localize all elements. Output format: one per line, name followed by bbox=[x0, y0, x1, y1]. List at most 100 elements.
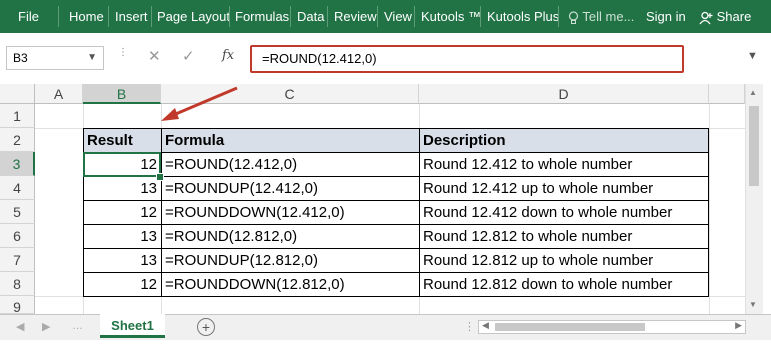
tell-me-label: Tell me... bbox=[582, 9, 635, 24]
header-result[interactable]: Result bbox=[84, 129, 161, 152]
annotation-arrow-icon bbox=[161, 86, 238, 121]
formula-input[interactable]: =ROUND(12.412,0) bbox=[250, 45, 684, 73]
cell-formula[interactable]: =ROUND(12.412,0) bbox=[162, 153, 419, 177]
ribbon-divider bbox=[558, 6, 559, 27]
ribbon: File Home Insert Page Layout Formulas Da… bbox=[0, 0, 771, 33]
tab-review[interactable]: Review bbox=[334, 0, 377, 33]
ribbon-divider bbox=[290, 6, 291, 27]
table-border bbox=[161, 128, 162, 297]
column-header-d[interactable]: D bbox=[419, 84, 709, 104]
tab-insert[interactable]: Insert bbox=[115, 0, 148, 33]
lightbulb-icon bbox=[568, 10, 579, 24]
ribbon-divider bbox=[480, 6, 481, 27]
table-border bbox=[83, 176, 709, 177]
tab-formulas[interactable]: Formulas bbox=[235, 0, 289, 33]
cell-description[interactable]: Round 12.812 up to whole number bbox=[420, 249, 708, 273]
select-all-corner[interactable] bbox=[0, 84, 35, 104]
scroll-thumb[interactable] bbox=[749, 106, 759, 186]
tab-file[interactable]: File bbox=[18, 0, 39, 33]
cell-result[interactable]: 13 bbox=[84, 177, 161, 201]
cell-result[interactable]: 13 bbox=[84, 225, 161, 249]
table-border bbox=[83, 200, 709, 201]
tell-me-search[interactable]: Tell me... bbox=[568, 0, 634, 33]
prev-sheet-icon[interactable]: ◀ bbox=[16, 320, 24, 333]
tab-page-layout[interactable]: Page Layout bbox=[157, 0, 230, 33]
cell-formula[interactable]: =ROUNDDOWN(12.812,0) bbox=[162, 273, 419, 297]
sheet-bar: ◀ ▶ … Sheet1 + ⋮ ◀ ▶ bbox=[0, 314, 771, 340]
tab-view[interactable]: View bbox=[384, 0, 412, 33]
sheet-tab-sheet1[interactable]: Sheet1 bbox=[100, 314, 165, 338]
row-header-6[interactable]: 6 bbox=[0, 224, 35, 248]
row-header-2[interactable]: 2 bbox=[0, 128, 35, 152]
share-button[interactable]: Share bbox=[699, 0, 751, 33]
insert-function-icon[interactable]: fx bbox=[222, 48, 234, 63]
cell-description[interactable]: Round 12.812 down to whole number bbox=[420, 273, 708, 297]
name-box-value: B3 bbox=[13, 51, 28, 65]
gridline bbox=[709, 104, 710, 314]
row-header-7[interactable]: 7 bbox=[0, 248, 35, 272]
worksheet-grid[interactable]: A B C D 1 2 3 4 5 6 7 8 9 Result Formula… bbox=[0, 84, 771, 315]
formula-text: =ROUND(12.412,0) bbox=[262, 51, 377, 66]
cell-result[interactable]: 13 bbox=[84, 249, 161, 273]
fill-handle[interactable] bbox=[156, 173, 164, 181]
tab-home[interactable]: Home bbox=[69, 0, 104, 33]
share-label: Share bbox=[716, 9, 752, 24]
table-border bbox=[83, 296, 709, 297]
row-header-9[interactable]: 9 bbox=[0, 296, 35, 315]
cell-result[interactable]: 12 bbox=[84, 273, 161, 297]
table-border bbox=[83, 248, 709, 249]
name-box[interactable]: B3 ▼ bbox=[6, 46, 104, 70]
cell-description[interactable]: Round 12.812 to whole number bbox=[420, 225, 708, 249]
ribbon-divider bbox=[229, 6, 230, 27]
table-border bbox=[708, 128, 709, 297]
cell-formula[interactable]: =ROUNDUP(12.812,0) bbox=[162, 249, 419, 273]
cell-formula[interactable]: =ROUND(12.812,0) bbox=[162, 225, 419, 249]
tab-kutools[interactable]: Kutools ™ bbox=[421, 0, 481, 33]
tab-kutools-plus[interactable]: Kutools Plus bbox=[487, 0, 559, 33]
cell-formula[interactable]: =ROUNDDOWN(12.412,0) bbox=[162, 201, 419, 225]
cancel-icon[interactable]: ✕ bbox=[148, 47, 161, 65]
next-sheet-icon[interactable]: ▶ bbox=[42, 320, 50, 333]
scroll-right-icon[interactable]: ▶ bbox=[735, 320, 742, 331]
row-header-4[interactable]: 4 bbox=[0, 176, 35, 200]
table-border bbox=[83, 272, 709, 273]
column-header-e[interactable] bbox=[709, 84, 745, 104]
sign-in-link[interactable]: Sign in bbox=[646, 0, 686, 33]
chevron-down-icon[interactable]: ▼ bbox=[87, 47, 97, 69]
scroll-left-icon[interactable]: ◀ bbox=[482, 320, 489, 331]
cell-formula[interactable]: =ROUNDUP(12.412,0) bbox=[162, 177, 419, 201]
header-description[interactable]: Description bbox=[420, 129, 708, 152]
ribbon-divider bbox=[327, 6, 328, 27]
scroll-thumb[interactable] bbox=[495, 323, 645, 331]
row-header-8[interactable]: 8 bbox=[0, 272, 35, 296]
scroll-up-icon[interactable]: ▲ bbox=[749, 88, 757, 97]
row-header-3[interactable]: 3 bbox=[0, 152, 35, 176]
expand-formula-bar-icon[interactable]: ▼ bbox=[747, 50, 758, 62]
column-header-a[interactable]: A bbox=[35, 84, 83, 104]
checkmark-icon[interactable]: ✓ bbox=[182, 47, 195, 65]
table-border bbox=[83, 152, 709, 153]
split-handle-icon[interactable]: ⋮ bbox=[464, 320, 475, 333]
tab-data[interactable]: Data bbox=[297, 0, 324, 33]
cell-description[interactable]: Round 12.412 down to whole number bbox=[420, 201, 708, 225]
cell-result[interactable]: 12 bbox=[84, 201, 161, 225]
person-icon bbox=[699, 11, 713, 24]
table-border bbox=[419, 128, 420, 297]
ribbon-divider bbox=[108, 6, 109, 27]
scroll-down-icon[interactable]: ▼ bbox=[749, 300, 757, 309]
header-formula[interactable]: Formula bbox=[162, 129, 419, 152]
cell-description[interactable]: Round 12.412 up to whole number bbox=[420, 177, 708, 201]
ribbon-divider bbox=[151, 6, 152, 27]
row-header-1[interactable]: 1 bbox=[0, 104, 35, 128]
drag-handle-icon[interactable]: ⋮ bbox=[118, 48, 128, 58]
vertical-scrollbar[interactable]: ▲ ▼ bbox=[745, 84, 763, 314]
formula-bar: B3 ▼ ⋮ ✕ ✓ fx =ROUND(12.412,0) ▼ bbox=[0, 33, 771, 84]
active-cell-selection[interactable] bbox=[83, 152, 161, 177]
row-header-5[interactable]: 5 bbox=[0, 200, 35, 224]
ribbon-divider bbox=[377, 6, 378, 27]
add-sheet-icon[interactable]: + bbox=[197, 318, 215, 336]
column-header-b[interactable]: B bbox=[83, 84, 161, 104]
horizontal-scrollbar[interactable]: ◀ ▶ bbox=[478, 320, 746, 334]
cell-description[interactable]: Round 12.412 to whole number bbox=[420, 153, 708, 177]
more-sheets-icon[interactable]: … bbox=[72, 320, 83, 332]
